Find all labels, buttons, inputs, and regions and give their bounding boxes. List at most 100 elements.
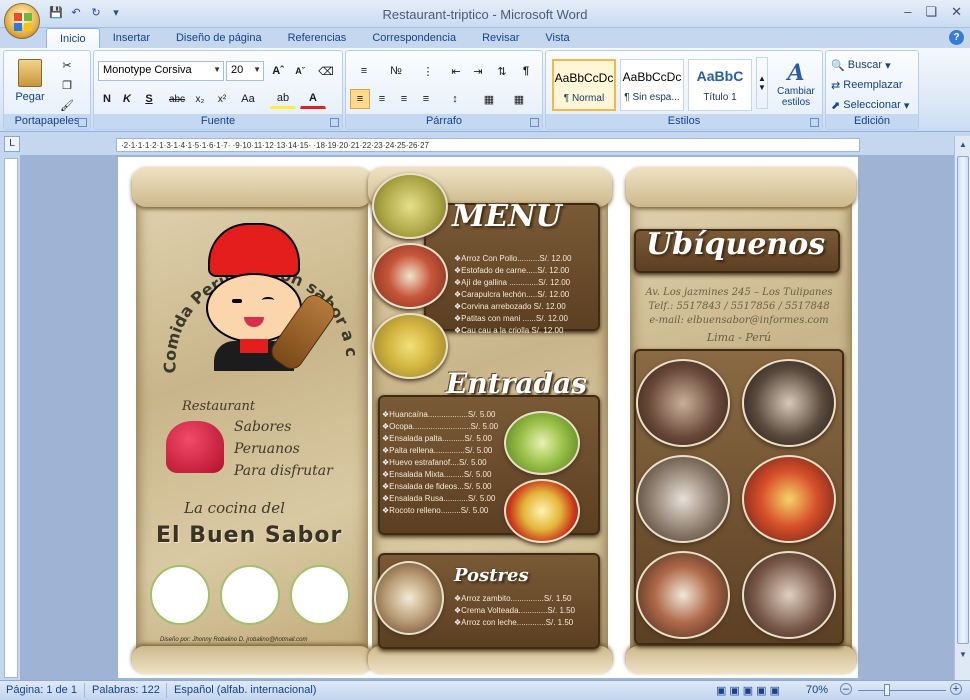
tab-correspondencia[interactable]: Correspondencia <box>359 28 469 48</box>
tab-referencias[interactable]: Referencias <box>275 28 360 48</box>
staff-photo <box>742 551 836 639</box>
sort-icon[interactable]: ⇅ <box>492 61 512 81</box>
address: Av. Los jazmines 245 – Los Tulipanes <box>645 287 833 298</box>
bullets-icon[interactable]: ≡ <box>350 61 378 81</box>
style-sin-espaciado[interactable]: AaBbCcDc ¶ Sin espa... <box>620 59 684 111</box>
change-styles-label: Cambiar estilos <box>777 86 815 108</box>
bold-icon[interactable]: N <box>98 89 116 109</box>
menu-item: Arroz Con Pollo..........S/. 12.00 <box>454 253 571 265</box>
format-painter-icon[interactable]: 🖌 <box>56 95 78 115</box>
page-count[interactable]: Página: 1 de 1 <box>6 684 77 696</box>
group-parrafo: ≡ № ⋮ ⇤ ⇥ ⇅ ¶ ≡ ≡ ≡ ≡ ↕ ▦ ▦ Párrafo <box>345 50 543 130</box>
align-right-icon[interactable]: ≡ <box>394 89 414 109</box>
select-button[interactable]: ⬈ Seleccionar ▾ <box>830 95 916 115</box>
find-label: Buscar <box>847 59 883 71</box>
highlight-icon[interactable]: ab <box>270 89 296 109</box>
dish-photo <box>372 243 448 309</box>
underline-icon[interactable]: S <box>138 89 160 109</box>
line-spacing-icon[interactable]: ↕ <box>442 89 468 109</box>
entradas-item: Huancaína..................S/. 5.00 <box>382 409 498 421</box>
increase-indent-icon[interactable]: ⇥ <box>468 61 488 81</box>
group-label-parrafo: Párrafo <box>346 114 542 129</box>
postres-list: Arroz zambito...............S/. 1.50 Cre… <box>454 593 575 629</box>
strikethrough-icon[interactable]: abc <box>166 89 188 109</box>
grow-font-icon[interactable]: Aˆ <box>268 61 288 81</box>
cursor-icon: ⬈ <box>831 99 841 112</box>
styles-scroll[interactable]: ▲ ▼ <box>756 57 768 109</box>
phones: Telf.: 5517843 / 5517856 / 5517848 <box>648 301 830 312</box>
dialog-launcher-icon[interactable] <box>530 118 539 127</box>
justify-icon[interactable]: ≡ <box>416 89 436 109</box>
tab-vista[interactable]: Vista <box>532 28 582 48</box>
change-styles-button[interactable]: A Cambiar estilos <box>772 55 820 113</box>
align-left-icon[interactable]: ≡ <box>350 89 370 109</box>
minimize-icon[interactable]: – <box>904 4 911 20</box>
zoom-level[interactable]: 70% <box>806 684 828 696</box>
zoom-out-icon[interactable]: – <box>840 683 852 695</box>
menu-item: Estofado de carne.....S/. 12.00 <box>454 265 571 277</box>
cut-icon[interactable]: ✂ <box>56 55 78 75</box>
style-sample: AaBbCcDc <box>554 71 614 85</box>
window-controls: – ❏ ✕ <box>904 4 962 20</box>
dialog-launcher-icon[interactable] <box>78 118 87 127</box>
scroll-down-icon[interactable]: ▼ <box>957 650 969 662</box>
panel-ubicacion: Ubíquenos Av. Los jazmines 245 – Los Tul… <box>626 167 856 674</box>
shading-icon[interactable]: ▦ <box>476 89 502 109</box>
style-titulo-1[interactable]: AaBbC Título 1 <box>688 59 752 111</box>
office-button[interactable] <box>4 3 40 39</box>
close-icon[interactable]: ✕ <box>951 4 962 20</box>
font-size-combo[interactable]: 20 ▼ <box>226 61 264 81</box>
dialog-launcher-icon[interactable] <box>330 118 339 127</box>
shrink-font-icon[interactable]: Aˇ <box>290 61 310 81</box>
vertical-ruler[interactable] <box>4 158 18 678</box>
copy-icon[interactable]: ❐ <box>56 75 78 95</box>
tagline-para-disfrutar: Para disfrutar <box>234 463 333 479</box>
horizontal-ruler[interactable]: ·2·1·1·1·2·1·3·1·4·1·5·1·6·1·7· ·9·10·11… <box>116 138 860 152</box>
zoom-thumb[interactable] <box>884 684 890 696</box>
entradas-item: Ensalada Mixta.........S/. 5.00 <box>382 469 498 481</box>
word-count[interactable]: Palabras: 122 <box>92 684 160 696</box>
zoom-in-icon[interactable]: + <box>950 683 962 695</box>
postres-item: Crema Volteada.............S/. 1.50 <box>454 605 575 617</box>
zoom-slider[interactable]: – + <box>840 683 962 696</box>
language[interactable]: Español (alfab. internacional) <box>174 684 316 696</box>
tab-revisar[interactable]: Revisar <box>469 28 532 48</box>
tab-diseno-pagina[interactable]: Diseño de página <box>163 28 275 48</box>
restore-icon[interactable]: ❏ <box>925 4 937 20</box>
subscript-icon[interactable]: x₂ <box>190 89 210 109</box>
paste-button[interactable]: Pegar <box>10 55 50 107</box>
decrease-indent-icon[interactable]: ⇤ <box>446 61 466 81</box>
view-buttons[interactable]: ▣▣▣▣▣ <box>716 684 783 697</box>
clear-format-icon[interactable]: ⌫ <box>316 61 336 81</box>
replace-button[interactable]: ⇄ Reemplazar <box>830 75 916 95</box>
menu-title: MENU <box>452 199 562 234</box>
menu-item: Carapulcra lechón.....S/. 12.00 <box>454 289 571 301</box>
style-sample: AaBbCcDc <box>622 70 682 84</box>
italic-icon[interactable]: K <box>118 89 136 109</box>
align-center-icon[interactable]: ≡ <box>372 89 392 109</box>
multilevel-list-icon[interactable]: ⋮ <box>414 61 442 81</box>
borders-icon[interactable]: ▦ <box>506 89 532 109</box>
dialog-launcher-icon[interactable] <box>810 118 819 127</box>
ubiquenos-title: Ubíquenos <box>646 227 826 262</box>
vertical-scrollbar[interactable]: ▲ ▼ <box>954 136 970 680</box>
scroll-bottom-decoration <box>626 646 856 674</box>
tab-selector-icon[interactable]: L <box>4 136 20 152</box>
numbering-icon[interactable]: № <box>382 61 410 81</box>
document-page[interactable]: Comida Peruana con sabor a casa Restaura… <box>118 157 858 678</box>
change-case-icon[interactable]: Aa <box>236 89 260 109</box>
scroll-thumb[interactable] <box>957 156 969 644</box>
style-normal[interactable]: AaBbCcDc ¶ Normal <box>552 59 616 111</box>
tab-inicio[interactable]: Inicio <box>46 28 100 48</box>
show-marks-icon[interactable]: ¶ <box>516 61 536 81</box>
food-photo <box>636 551 730 639</box>
superscript-icon[interactable]: x² <box>212 89 232 109</box>
font-color-icon[interactable]: A <box>300 89 326 109</box>
tab-insertar[interactable]: Insertar <box>100 28 163 48</box>
ruler-area: L ·2·1·1·1·2·1·3·1·4·1·5·1·6·1·7· ·9·10·… <box>0 133 970 155</box>
font-name-combo[interactable]: Monotype Corsiva ▼ <box>98 61 224 81</box>
find-button[interactable]: 🔍 Buscar ▾ <box>830 55 916 75</box>
help-icon[interactable]: ? <box>949 30 964 45</box>
status-separator <box>166 683 167 698</box>
scroll-up-icon[interactable]: ▲ <box>957 140 969 152</box>
